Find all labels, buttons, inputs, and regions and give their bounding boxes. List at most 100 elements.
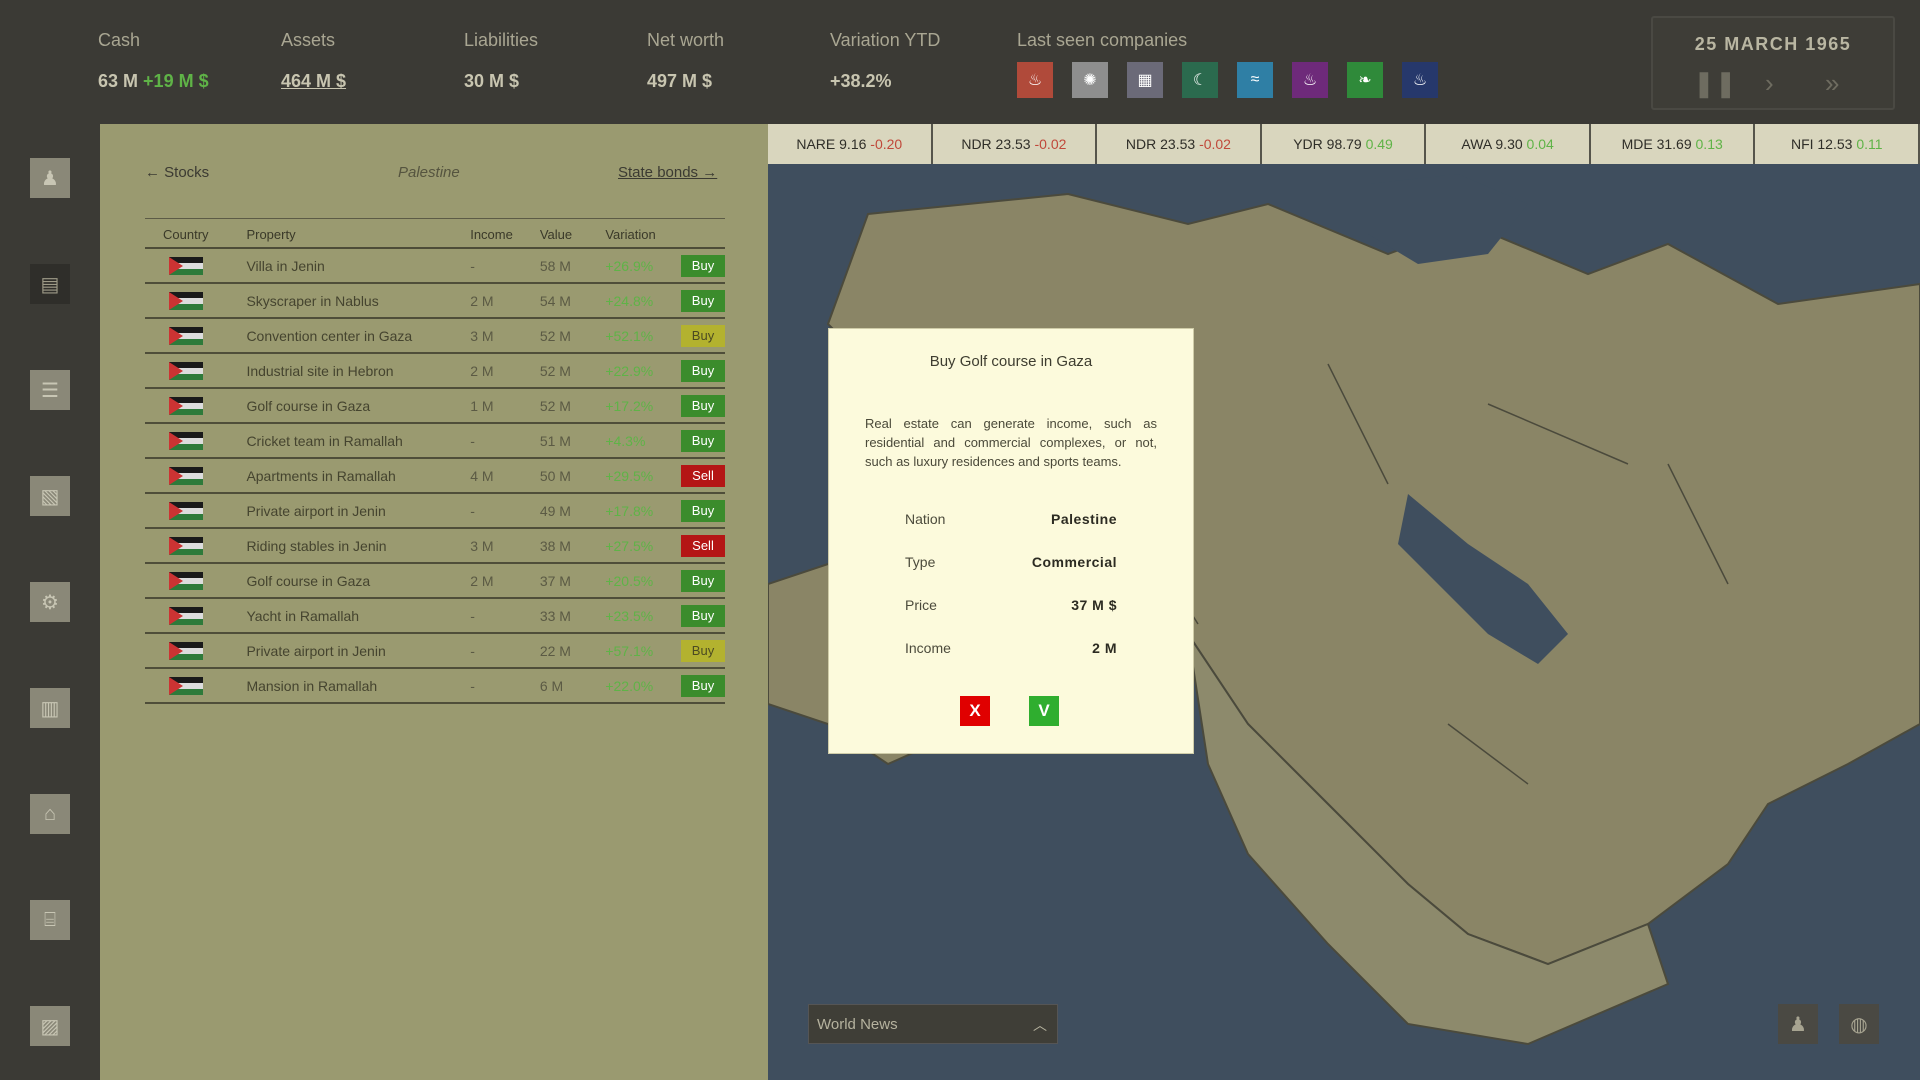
confirm-button[interactable]: V [1029, 696, 1059, 726]
ticker-item[interactable]: AWA 9.30 0.04 [1426, 124, 1591, 164]
country-flag-cell [145, 598, 247, 634]
property-variation: +57.1% [605, 633, 681, 669]
buy-button[interactable]: Buy [681, 569, 725, 592]
ticker-item[interactable]: NARE 9.16 -0.20 [768, 124, 933, 164]
world-news-toggle[interactable]: World News ︿ [808, 1004, 1058, 1044]
property-value: 54 M [539, 283, 606, 319]
property-value: 33 M [539, 598, 606, 634]
property-variation: +20.5% [605, 563, 681, 599]
wave-icon[interactable]: ≈ [1237, 62, 1273, 98]
property-income: - [470, 423, 540, 459]
ticker-change: -0.20 [870, 136, 903, 152]
gear-icon[interactable]: ⚙ [30, 582, 70, 622]
buy-dialog: Buy Golf course in Gaza Real estate can … [828, 328, 1194, 754]
property-income: - [470, 668, 540, 704]
sun-icon[interactable]: ✺ [1072, 62, 1108, 98]
ticker-item[interactable]: NDR 23.53 -0.02 [933, 124, 1098, 164]
column-header-action [681, 218, 725, 249]
country-title: Palestine [398, 164, 460, 181]
assets-value[interactable]: 464 M $ [281, 71, 346, 92]
person-icon[interactable]: ♟ [1778, 1004, 1818, 1044]
passport-icon[interactable]: ▤ [30, 264, 70, 304]
real-estate-icon[interactable]: ⌂ [30, 794, 70, 834]
property-variation: +17.2% [605, 388, 681, 424]
cancel-button[interactable]: X [960, 696, 990, 726]
building-icon[interactable]: ▥ [30, 688, 70, 728]
buy-button[interactable]: Buy [681, 429, 725, 452]
stocks-link[interactable]: ← Stocks [145, 164, 209, 181]
property-variation: +17.8% [605, 493, 681, 529]
property-income: 4 M [470, 458, 540, 494]
property-value: 51 M [539, 423, 606, 459]
property-variation: +26.9% [605, 248, 681, 284]
drop-icon[interactable]: ♨ [1402, 62, 1438, 98]
property-value: 49 M [539, 493, 606, 529]
property-income: 2 M [470, 563, 540, 599]
documents-icon[interactable]: ▧ [30, 476, 70, 516]
liabilities-stat: Liabilities 30 M $ [464, 30, 538, 92]
state-bonds-link[interactable]: State bonds → [618, 164, 717, 181]
table-row: Private airport in Jenin -22 M +57.1% Buy [145, 633, 725, 669]
ticker-change: 0.49 [1365, 136, 1393, 152]
sell-button[interactable]: Sell [681, 464, 725, 487]
buy-button[interactable]: Buy [681, 394, 725, 417]
field-label: Nation [905, 511, 946, 527]
database-icon[interactable]: ☰ [30, 370, 70, 410]
pause-icon[interactable]: ❚❚ [1693, 68, 1737, 99]
country-flag-cell [145, 633, 247, 669]
property-name: Industrial site in Hebron [246, 353, 471, 389]
buy-button[interactable]: Buy [681, 289, 725, 312]
leaf-icon[interactable]: ❧ [1347, 62, 1383, 98]
assets-stat[interactable]: Assets 464 M $ [281, 30, 346, 92]
top-bar: Cash 63 M +19 M $ Assets 464 M $ Liabili… [0, 0, 1920, 124]
buy-button[interactable]: Buy [681, 604, 725, 627]
play-icon[interactable]: › [1765, 68, 1774, 99]
flame-icon[interactable]: ♨ [1292, 62, 1328, 98]
oil-drop-icon[interactable]: ♨ [1017, 62, 1053, 98]
last-seen-companies: ♨ ✺ ▦ ☾ ≈ ♨ ❧ ♨ [1017, 62, 1438, 98]
current-date: 25 MARCH 1965 [1694, 34, 1852, 54]
pending-button[interactable]: Buy [681, 324, 725, 347]
cash-label: Cash [98, 30, 141, 50]
cash-stat: Cash 63 M +19 M $ [98, 30, 209, 92]
variation-stat: Variation YTD +38.2% [830, 30, 940, 92]
chart-icon[interactable]: ▨ [30, 1006, 70, 1046]
grid-icon[interactable]: ▦ [1127, 62, 1163, 98]
fast-forward-icon[interactable]: » [1825, 68, 1839, 99]
table-row: Villa in Jenin -58 M +26.9% Buy [145, 248, 725, 284]
property-value: 6 M [539, 668, 606, 704]
property-name: Convention center in Gaza [246, 318, 471, 354]
property-income: - [470, 493, 540, 529]
swirl-icon[interactable]: ☾ [1182, 62, 1218, 98]
property-value: 58 M [539, 248, 606, 284]
column-header: Value [539, 218, 606, 249]
property-variation: +22.0% [605, 668, 681, 704]
property-panel: ← Stocks Palestine State bonds → Country… [100, 124, 768, 1080]
palestine-flag-icon [169, 361, 203, 380]
ticker-item[interactable]: NFI 12.53 0.11 [1755, 124, 1920, 164]
property-income: 3 M [470, 528, 540, 564]
property-value: 52 M [539, 353, 606, 389]
cash-value: 63 M [98, 71, 139, 91]
sell-button[interactable]: Sell [681, 534, 725, 557]
buy-button[interactable]: Buy [681, 674, 725, 697]
buy-button[interactable]: Buy [681, 254, 725, 277]
property-name: Villa in Jenin [246, 248, 471, 284]
profile-icon[interactable]: ♟ [30, 158, 70, 198]
field-label: Income [905, 640, 951, 656]
buy-button[interactable]: Buy [681, 499, 725, 522]
ticker-item[interactable]: YDR 98.79 0.49 [1262, 124, 1427, 164]
palestine-flag-icon [169, 256, 203, 275]
country-flag-cell [145, 353, 247, 389]
variation-value: +38.2% [830, 71, 892, 91]
globe-icon[interactable]: ◍ [1839, 1004, 1879, 1044]
ticker-item[interactable]: MDE 31.69 0.13 [1591, 124, 1756, 164]
bank-icon[interactable]: ⌸ [30, 900, 70, 940]
property-income: - [470, 248, 540, 284]
pending-button[interactable]: Buy [681, 639, 725, 662]
ticker-item[interactable]: NDR 23.53 -0.02 [1097, 124, 1262, 164]
buy-button[interactable]: Buy [681, 359, 725, 382]
chevron-up-icon: ︿ [1033, 1017, 1047, 1033]
table-row: Golf course in Gaza 2 M 37 M +20.5% Buy [145, 563, 725, 599]
country-flag-cell [145, 388, 247, 424]
